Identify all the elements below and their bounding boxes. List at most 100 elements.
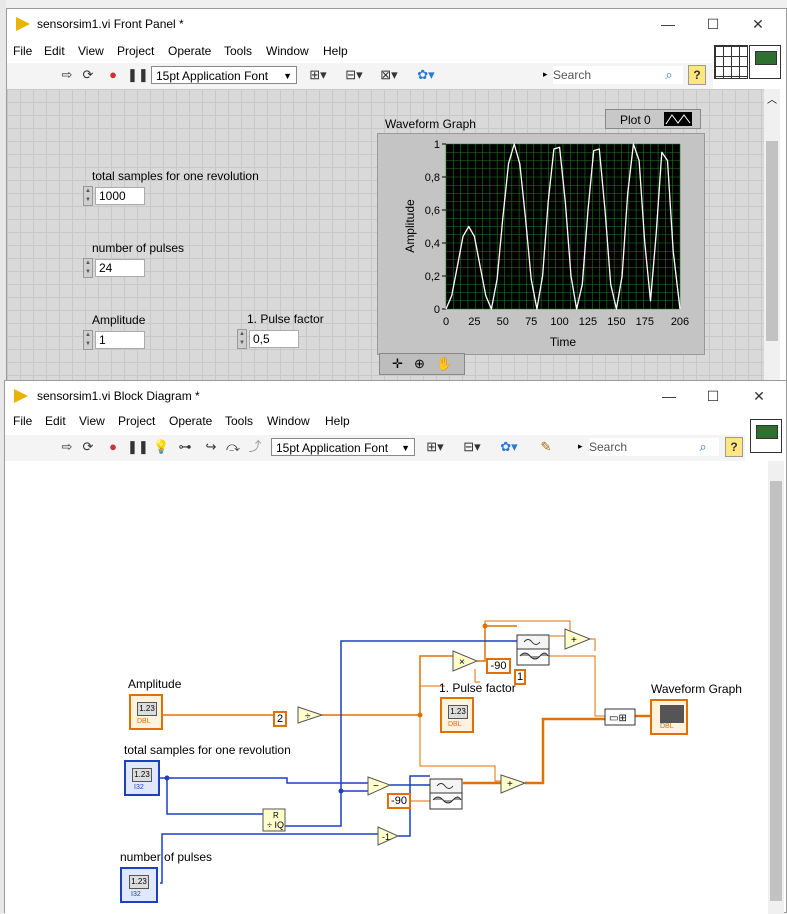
num-pulses-terminal[interactable]: 1.23 I32 (120, 867, 158, 903)
num-pulses-terminal-label: number of pulses (120, 850, 213, 864)
connector-pane-icon[interactable] (714, 45, 748, 79)
menu-edit[interactable]: Edit (44, 44, 65, 58)
align-objects-icon[interactable]: ⊞▾ (307, 67, 329, 83)
svg-text:×: × (459, 657, 465, 668)
x-tick-label: 175 (636, 316, 654, 328)
constant-2[interactable]: 2 (273, 711, 287, 727)
plot-grid (445, 143, 681, 310)
multiply-node[interactable] (452, 650, 479, 672)
menu-file[interactable]: File (13, 44, 32, 58)
constant-minus-90-bottom[interactable]: -90 (387, 793, 411, 809)
waveform-graph-terminal[interactable]: DBL (650, 699, 688, 735)
graph-terminal-label: Waveform Graph (651, 682, 742, 696)
increment-decrement-icon[interactable]: ▲ ▼ (83, 186, 93, 206)
zoom-tool-icon[interactable]: ⊕ (414, 356, 425, 372)
amplitude-label: Amplitude (92, 313, 146, 327)
x-axis-ticks: 0 25 50 75 100 125 150 175 206 (443, 316, 689, 328)
search-icon[interactable]: ⌕ (661, 67, 677, 83)
pan-tool-icon[interactable]: ✋ (436, 356, 452, 372)
graph-plot-area[interactable]: 0 0,2 0,4 0,6 0,8 1 0 25 50 75 100 125 150 175 206 Am… (378, 134, 706, 356)
total-samples-control[interactable]: ▲ ▼ 1000 (83, 186, 145, 206)
amplitude-value[interactable]: 1 (95, 331, 145, 349)
add-node-bottom[interactable] (500, 774, 527, 794)
run-continuously-icon[interactable]: ⟳ (80, 67, 96, 83)
increment-decrement-icon[interactable]: ▲ ▼ (83, 258, 93, 278)
x-tick-label: 0 (443, 316, 449, 328)
num-pulses-value[interactable]: 24 (95, 259, 145, 277)
total-samples-terminal-label: total samples for one revolution (124, 743, 291, 757)
graph-icon (660, 705, 684, 723)
abort-icon[interactable]: ● (105, 67, 121, 83)
type-badge: I32 (131, 891, 141, 898)
pulse-factor-control[interactable]: ▲ ▼ 0,5 (237, 329, 299, 349)
menu-bar: File Edit View Project Operate Tools Win… (7, 41, 786, 63)
svg-text:+: + (507, 779, 513, 790)
svg-text:+: + (571, 635, 577, 646)
type-badge: I32 (134, 784, 144, 791)
type-badge: DBL (448, 721, 462, 728)
font-select[interactable]: 15pt Application Font ▼ (151, 66, 297, 84)
reorder-icon[interactable]: ✿▾ (415, 67, 437, 83)
minimize-button[interactable]: — (658, 15, 678, 33)
menu-help[interactable]: Help (323, 44, 348, 58)
svg-text:R: R (273, 811, 279, 820)
labview-icon (16, 17, 30, 31)
x-tick-label: 150 (607, 316, 625, 328)
distribute-objects-icon[interactable]: ⊟▾ (343, 67, 365, 83)
y-tick-label: 0 (434, 304, 440, 316)
x-tick-label: 206 (671, 316, 689, 328)
y-axis-ticks: 0 0,2 0,4 0,6 0,8 1 (425, 139, 446, 316)
numeric-icon: 1.23 (137, 702, 157, 716)
menu-window[interactable]: Window (266, 44, 309, 58)
cursor-tool-icon[interactable]: ✛ (392, 356, 403, 372)
amplitude-terminal[interactable]: 1.23 DBL (129, 694, 163, 730)
svg-text:÷: ÷ (305, 711, 311, 722)
pause-icon[interactable]: ❚❚ (127, 67, 149, 83)
close-button[interactable]: ✕ (748, 15, 768, 33)
sine-waveform-node-top[interactable] (516, 634, 550, 666)
x-tick-label: 25 (468, 316, 480, 328)
constant-1[interactable]: 1 (514, 669, 526, 685)
pulse-factor-value[interactable]: 0,5 (249, 330, 299, 348)
num-pulses-control[interactable]: ▲ ▼ 24 (83, 258, 145, 278)
svg-text:÷ IQ: ÷ IQ (267, 820, 284, 830)
quotient-remainder-node[interactable]: ÷ IQ R (262, 808, 286, 832)
x-tick-label: 75 (525, 316, 537, 328)
menu-tools[interactable]: Tools (224, 44, 252, 58)
menu-project[interactable]: Project (117, 44, 154, 58)
graph-palette: ✛ ⊕ ✋ (379, 353, 465, 375)
x-tick-label: 100 (550, 316, 568, 328)
add-node-top[interactable] (564, 628, 592, 650)
front-panel-window: sensorsim1.vi Front Panel * — ☐ ✕ File E… (6, 8, 787, 389)
amplitude-terminal-label: Amplitude (128, 677, 182, 691)
scroll-thumb[interactable] (766, 141, 778, 341)
y-tick-label: 0,2 (425, 271, 440, 283)
scroll-up-icon[interactable]: ︿ (767, 91, 777, 106)
menu-view[interactable]: View (78, 44, 104, 58)
resize-objects-icon[interactable]: ⊠▾ (378, 67, 400, 83)
waveform-graph[interactable]: 0 0,2 0,4 0,6 0,8 1 0 25 50 75 100 125 150 175 206 Am… (377, 133, 705, 355)
front-panel-toolbar: ⇨ ⟳ ● ❚❚ 15pt Application Font ▼ ⊞▾ ⊟▾ ⊠▾… (7, 63, 713, 89)
pulse-factor-terminal[interactable]: 1.23 DBL (440, 697, 474, 733)
vertical-scrollbar[interactable]: ︿ (764, 89, 780, 389)
increment-decrement-icon[interactable]: ▲ ▼ (83, 330, 93, 350)
type-badge: DBL (660, 723, 674, 730)
plot-legend[interactable]: Plot 0 (605, 109, 701, 129)
vi-icon[interactable] (749, 45, 781, 79)
font-select-value: 15pt Application Font (156, 69, 269, 83)
maximize-button[interactable]: ☐ (703, 15, 723, 33)
y-tick-label: 1 (434, 139, 440, 151)
total-samples-terminal[interactable]: 1.23 I32 (124, 760, 160, 796)
menu-operate[interactable]: Operate (168, 44, 211, 58)
context-help-button[interactable]: ? (688, 65, 706, 85)
total-samples-value[interactable]: 1000 (95, 187, 145, 205)
run-arrow-icon[interactable]: ⇨ (59, 67, 75, 83)
wire-layer: ÷ × + + − -1 ÷ IQ R ▭⊞ (160, 620, 650, 884)
sine-waveform-node-bottom[interactable] (429, 778, 463, 810)
build-waveform-node[interactable]: ▭⊞ (604, 708, 636, 726)
amplitude-control[interactable]: ▲ ▼ 1 (83, 330, 145, 350)
x-tick-label: 125 (579, 316, 597, 328)
search-placeholder: Search (553, 68, 592, 82)
constant-minus-90-top[interactable]: -90 (486, 658, 511, 674)
increment-decrement-icon[interactable]: ▲ ▼ (237, 329, 247, 349)
